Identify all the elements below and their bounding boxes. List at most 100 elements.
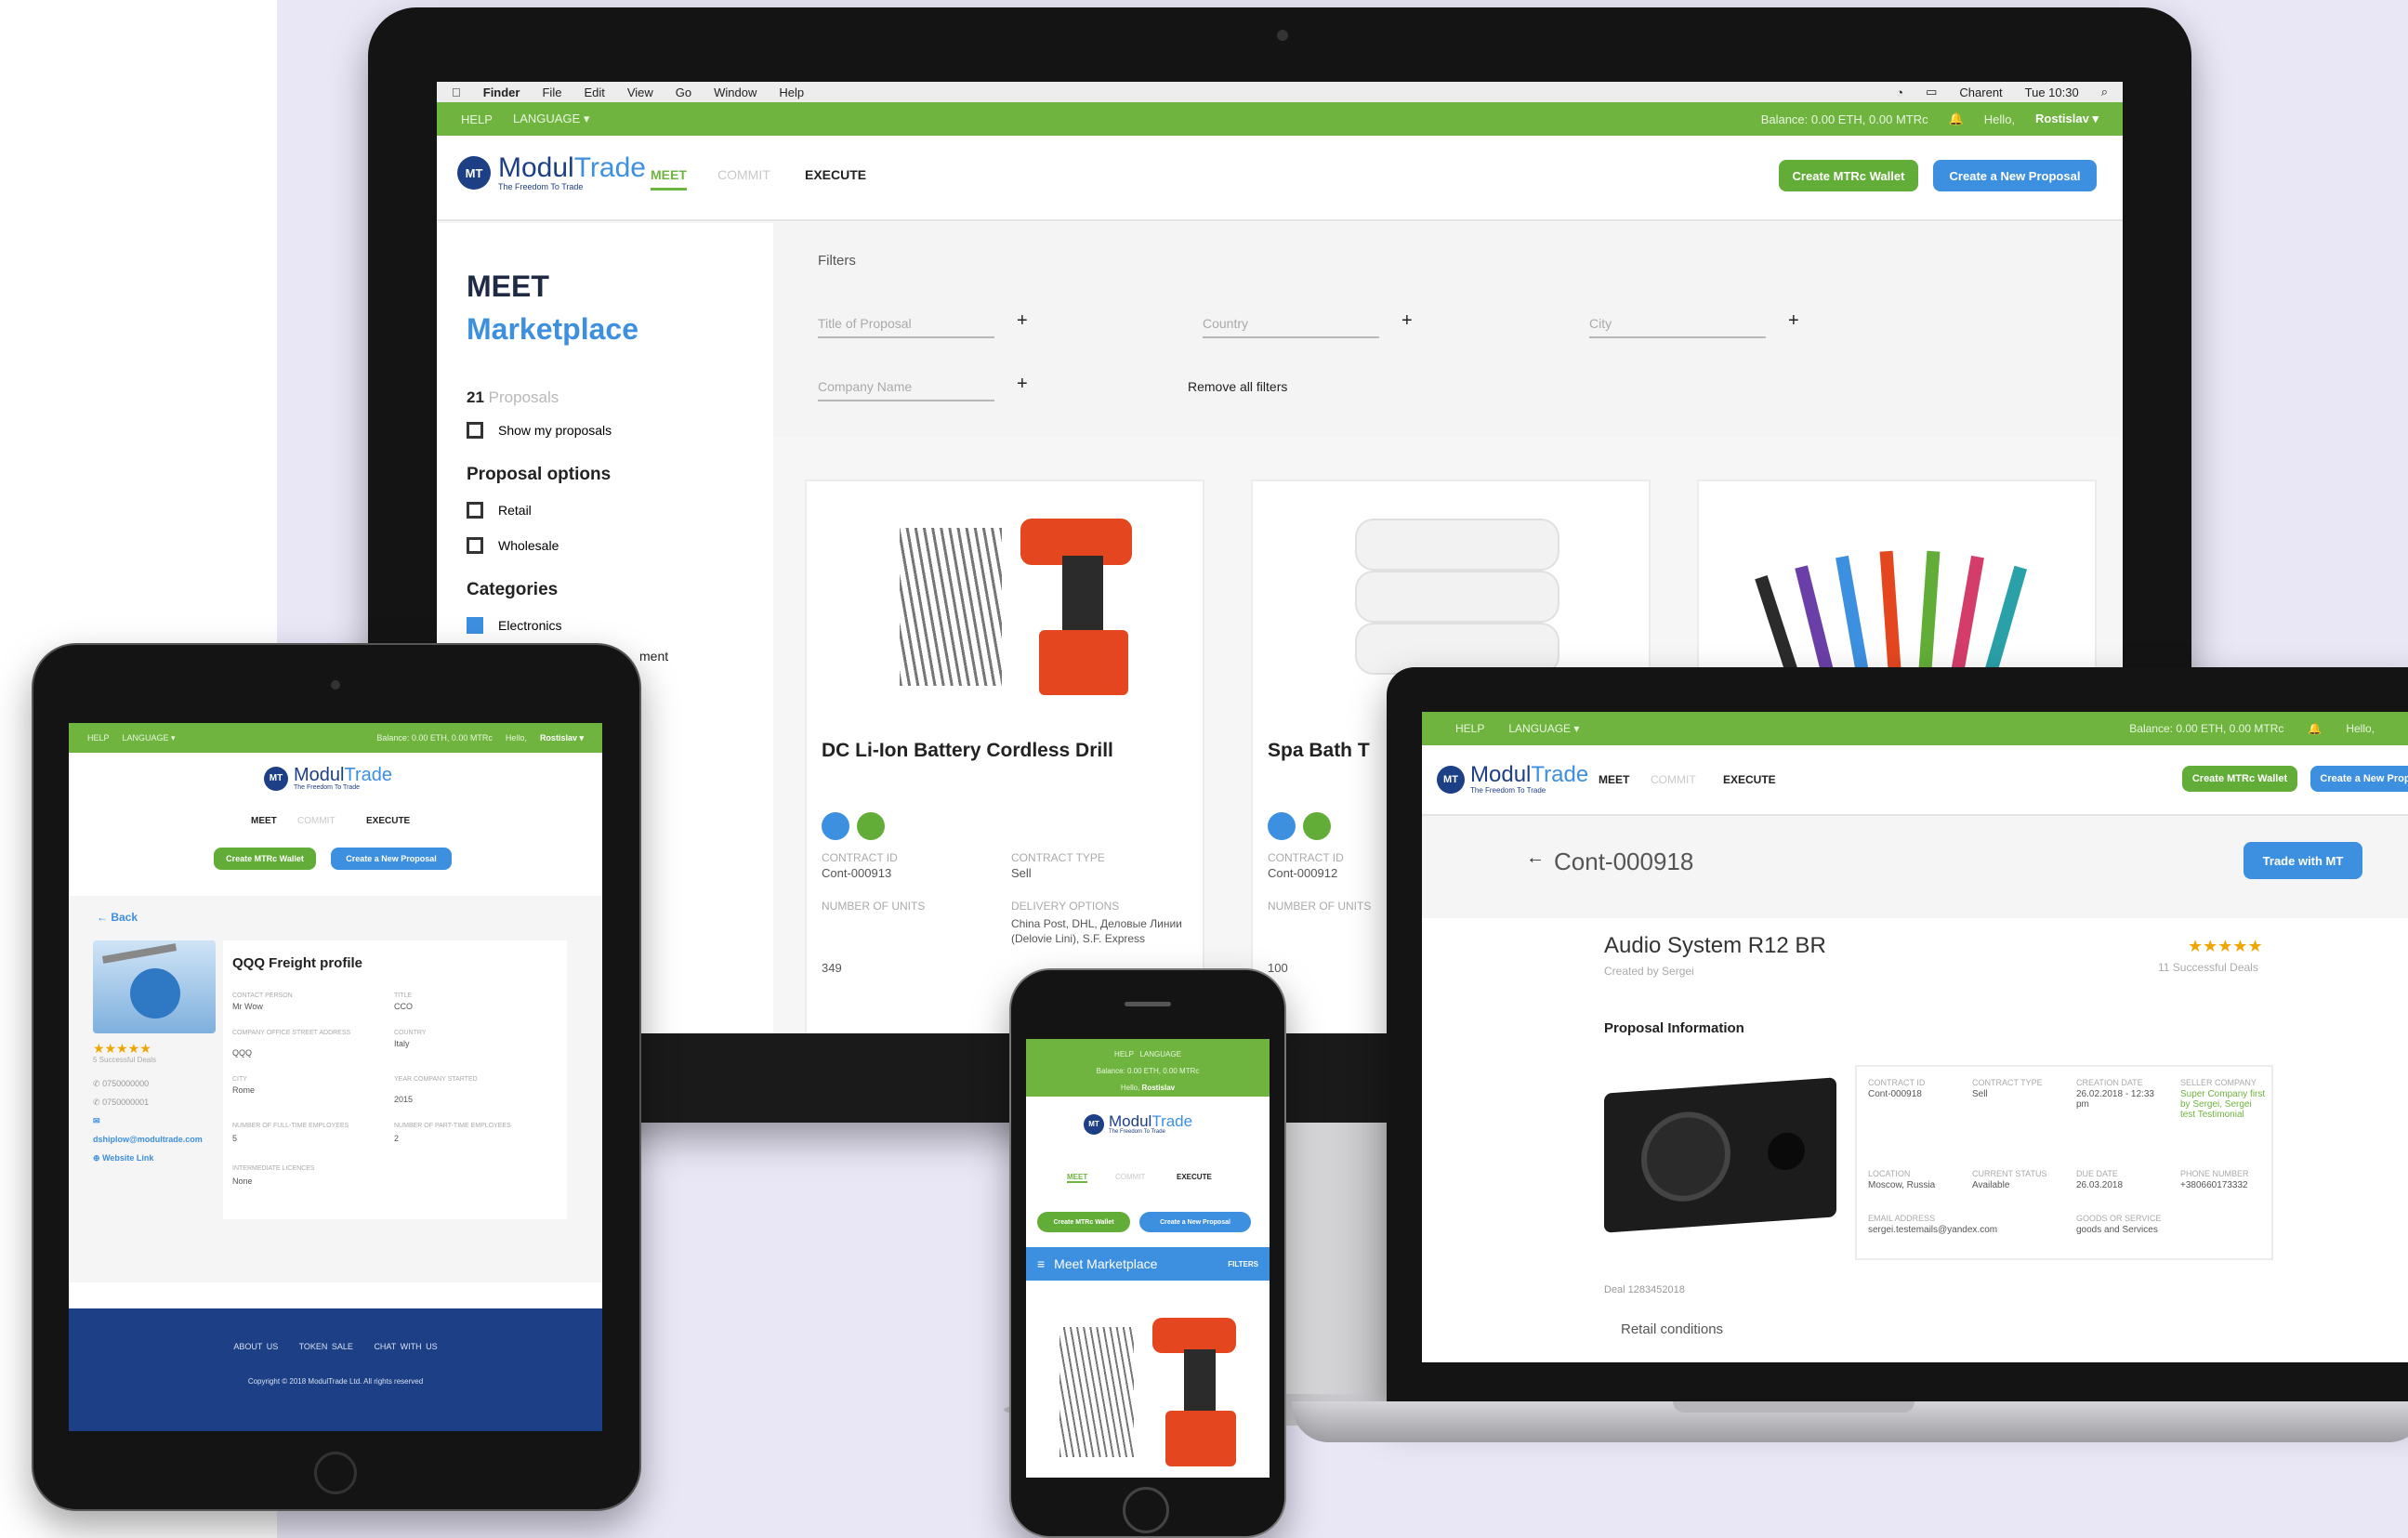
email-link[interactable]: ✉ dshiplow@modultrade.com	[93, 1111, 204, 1149]
wholesale-checkbox[interactable]	[467, 537, 483, 554]
language-dropdown[interactable]: LANGUAGE ▾	[1508, 722, 1579, 735]
language-dropdown[interactable]: LANGUAGE ▾	[123, 733, 176, 743]
user-dropdown[interactable]: Rostislav ▾	[540, 733, 584, 743]
title-value: CCO	[394, 1002, 413, 1011]
filters-toggle[interactable]: FILTERS	[1228, 1260, 1258, 1269]
nav-meet[interactable]: MEET	[251, 816, 277, 826]
proposals-label: Proposals	[488, 388, 559, 406]
trade-with-mt-button[interactable]: Trade with MT	[2244, 842, 2362, 879]
phone-value: +380660173332	[2180, 1180, 2248, 1190]
menu-window[interactable]: Window	[714, 85, 757, 99]
show-my-checkbox[interactable]	[467, 422, 483, 439]
language-dropdown[interactable]: LANGUAGE	[1139, 1050, 1180, 1058]
create-proposal-button[interactable]: Create a New Proposal	[1933, 160, 2097, 191]
user-dropdown[interactable]: Rostislav	[1142, 1084, 1176, 1092]
wholesale-label: Wholesale	[498, 538, 559, 553]
nav-execute[interactable]: EXECUTE	[1177, 1173, 1212, 1181]
brand-tagline: The Freedom To Trade	[1470, 786, 1546, 795]
proposal-card-drill[interactable]: DC Li-Ion Battery Cordless Drill Contrac…	[805, 480, 1204, 1033]
bell-icon[interactable]: 🔔	[2308, 722, 2322, 735]
footer-chat-link[interactable]: CHAT WITH US	[374, 1342, 437, 1351]
create-wallet-button[interactable]: Create MTRc Wallet	[1779, 160, 1918, 191]
company-filter-input[interactable]: Company Name	[818, 379, 994, 401]
menu-help[interactable]: Help	[779, 85, 804, 99]
nav-meet[interactable]: MEET	[1599, 773, 1629, 786]
menu-edit[interactable]: Edit	[584, 85, 604, 99]
battery-icon[interactable]: ▭	[1926, 85, 1937, 99]
menu-finder[interactable]: Finder	[483, 85, 520, 99]
top-bar: HELP LANGUAGE Balance: 0.00 ETH, 0.00 MT…	[1026, 1039, 1270, 1097]
city-filter-input[interactable]: City	[1589, 316, 1766, 338]
create-proposal-button[interactable]: Create a New Proposal	[331, 848, 452, 870]
tablet-screen: HELP LANGUAGE ▾ Balance: 0.00 ETH, 0.00 …	[69, 723, 602, 1431]
contract-type-label: Contract Type	[1011, 851, 1105, 864]
info-grid: Contract ID Cont-000918 Contract Type Se…	[1855, 1065, 2273, 1260]
electronics-checkbox[interactable]	[467, 617, 483, 634]
help-link[interactable]: HELP	[461, 112, 493, 126]
help-link[interactable]: HELP	[1455, 722, 1484, 735]
footer-token-link[interactable]: TOKEN SALE	[299, 1342, 353, 1351]
retail-checkbox[interactable]	[467, 502, 483, 519]
address-value: QQQ	[232, 1048, 253, 1058]
help-link[interactable]: HELP	[1114, 1050, 1134, 1058]
website-link[interactable]: ⊕ Website Link	[93, 1149, 204, 1167]
top-bar: HELP LANGUAGE ▾ Balance: 0.00 ETH, 0.00 …	[437, 102, 2123, 136]
country-filter-input[interactable]: Country	[1203, 316, 1379, 338]
menu-go[interactable]: Go	[676, 85, 691, 99]
add-city-filter-button[interactable]: +	[1788, 310, 1799, 332]
nav-commit[interactable]: COMMIT	[297, 816, 336, 826]
back-arrow-icon[interactable]: ←	[1526, 848, 1545, 869]
bell-icon[interactable]: 🔔	[1949, 112, 1964, 126]
location-value: Moscow, Russia	[1868, 1180, 1936, 1190]
nav-execute[interactable]: EXECUTE	[1723, 773, 1776, 786]
status-time[interactable]: Tue 10:30	[2025, 85, 2079, 99]
user-dropdown[interactable]: Rostislav ▾	[2035, 112, 2099, 126]
create-proposal-button[interactable]: Create a New Proposal	[1139, 1212, 1251, 1232]
brand-logo[interactable]: MT ModulTrade The Freedom To Trade	[264, 766, 392, 791]
hamburger-icon[interactable]: ≡	[1037, 1256, 1045, 1271]
wifi-icon[interactable]: ◔	[1896, 85, 1903, 99]
nav-commit[interactable]: COMMIT	[1651, 773, 1696, 786]
categories-heading: Categories	[467, 580, 559, 599]
brand-logo[interactable]: MT ModulTrade The Freedom To Trade	[457, 154, 646, 191]
nav-meet[interactable]: MEET	[1067, 1173, 1088, 1183]
brand-name-2: Trade	[1531, 762, 1589, 787]
add-country-filter-button[interactable]: +	[1401, 310, 1413, 332]
country-label: Country	[394, 1030, 427, 1036]
create-wallet-button[interactable]: Create MTRc Wallet	[2182, 766, 2297, 792]
nav-execute[interactable]: EXECUTE	[366, 816, 410, 826]
back-link[interactable]: ← Back	[97, 911, 138, 924]
title-filter-input[interactable]: Title of Proposal	[818, 316, 994, 338]
remove-all-filters-link[interactable]: Remove all filters	[1188, 379, 1287, 394]
apple-icon[interactable]: 	[452, 85, 461, 99]
create-wallet-button[interactable]: Create MTRc Wallet	[214, 848, 316, 870]
create-proposal-button[interactable]: Create a New Proposal	[2310, 766, 2408, 792]
nav-commit[interactable]: COMMIT	[717, 167, 770, 182]
help-link[interactable]: HELP	[87, 733, 110, 743]
seller-company-link[interactable]: Super Company first by Sergei, Sergei te…	[2180, 1089, 2266, 1120]
delivery-label: Delivery Options	[1011, 900, 1120, 913]
spotlight-icon[interactable]: ⌕	[2101, 85, 2123, 99]
footer-about-link[interactable]: ABOUT US	[233, 1342, 278, 1351]
nav-commit[interactable]: COMMIT	[1115, 1173, 1145, 1181]
nav-meet[interactable]: MEET	[651, 167, 687, 191]
mobile-menu-bar[interactable]: ≡ Meet Marketplace FILTERS	[1026, 1247, 1270, 1281]
create-wallet-button[interactable]: Create MTRc Wallet	[1037, 1212, 1130, 1232]
copyright: Copyright © 2018 ModulTrade Ltd. All rig…	[247, 1377, 424, 1386]
email-label: Email Address	[1868, 1214, 1936, 1223]
app-header: MT ModulTrade The Freedom To Trade MEET …	[1422, 745, 2408, 816]
status-user[interactable]: Charent	[1959, 85, 2002, 99]
menu-file[interactable]: File	[542, 85, 561, 99]
filters-panel: Filters Title of Proposal + Country + Ci…	[773, 223, 2123, 437]
tablet-home-button[interactable]	[314, 1452, 357, 1494]
year-label: Year Company Started	[394, 1076, 478, 1083]
brand-logo[interactable]: MT ModulTrade The Freedom To Trade	[1084, 1113, 1192, 1135]
brand-logo[interactable]: MT ModulTrade The Freedom To Trade	[1437, 764, 1588, 795]
proposals-count: 21	[467, 388, 484, 406]
menu-view[interactable]: View	[627, 85, 653, 99]
phone-home-button[interactable]	[1123, 1487, 1169, 1533]
add-company-filter-button[interactable]: +	[1017, 374, 1028, 395]
language-dropdown[interactable]: LANGUAGE ▾	[513, 112, 589, 126]
add-title-filter-button[interactable]: +	[1017, 310, 1028, 332]
nav-execute[interactable]: EXECUTE	[805, 167, 866, 182]
